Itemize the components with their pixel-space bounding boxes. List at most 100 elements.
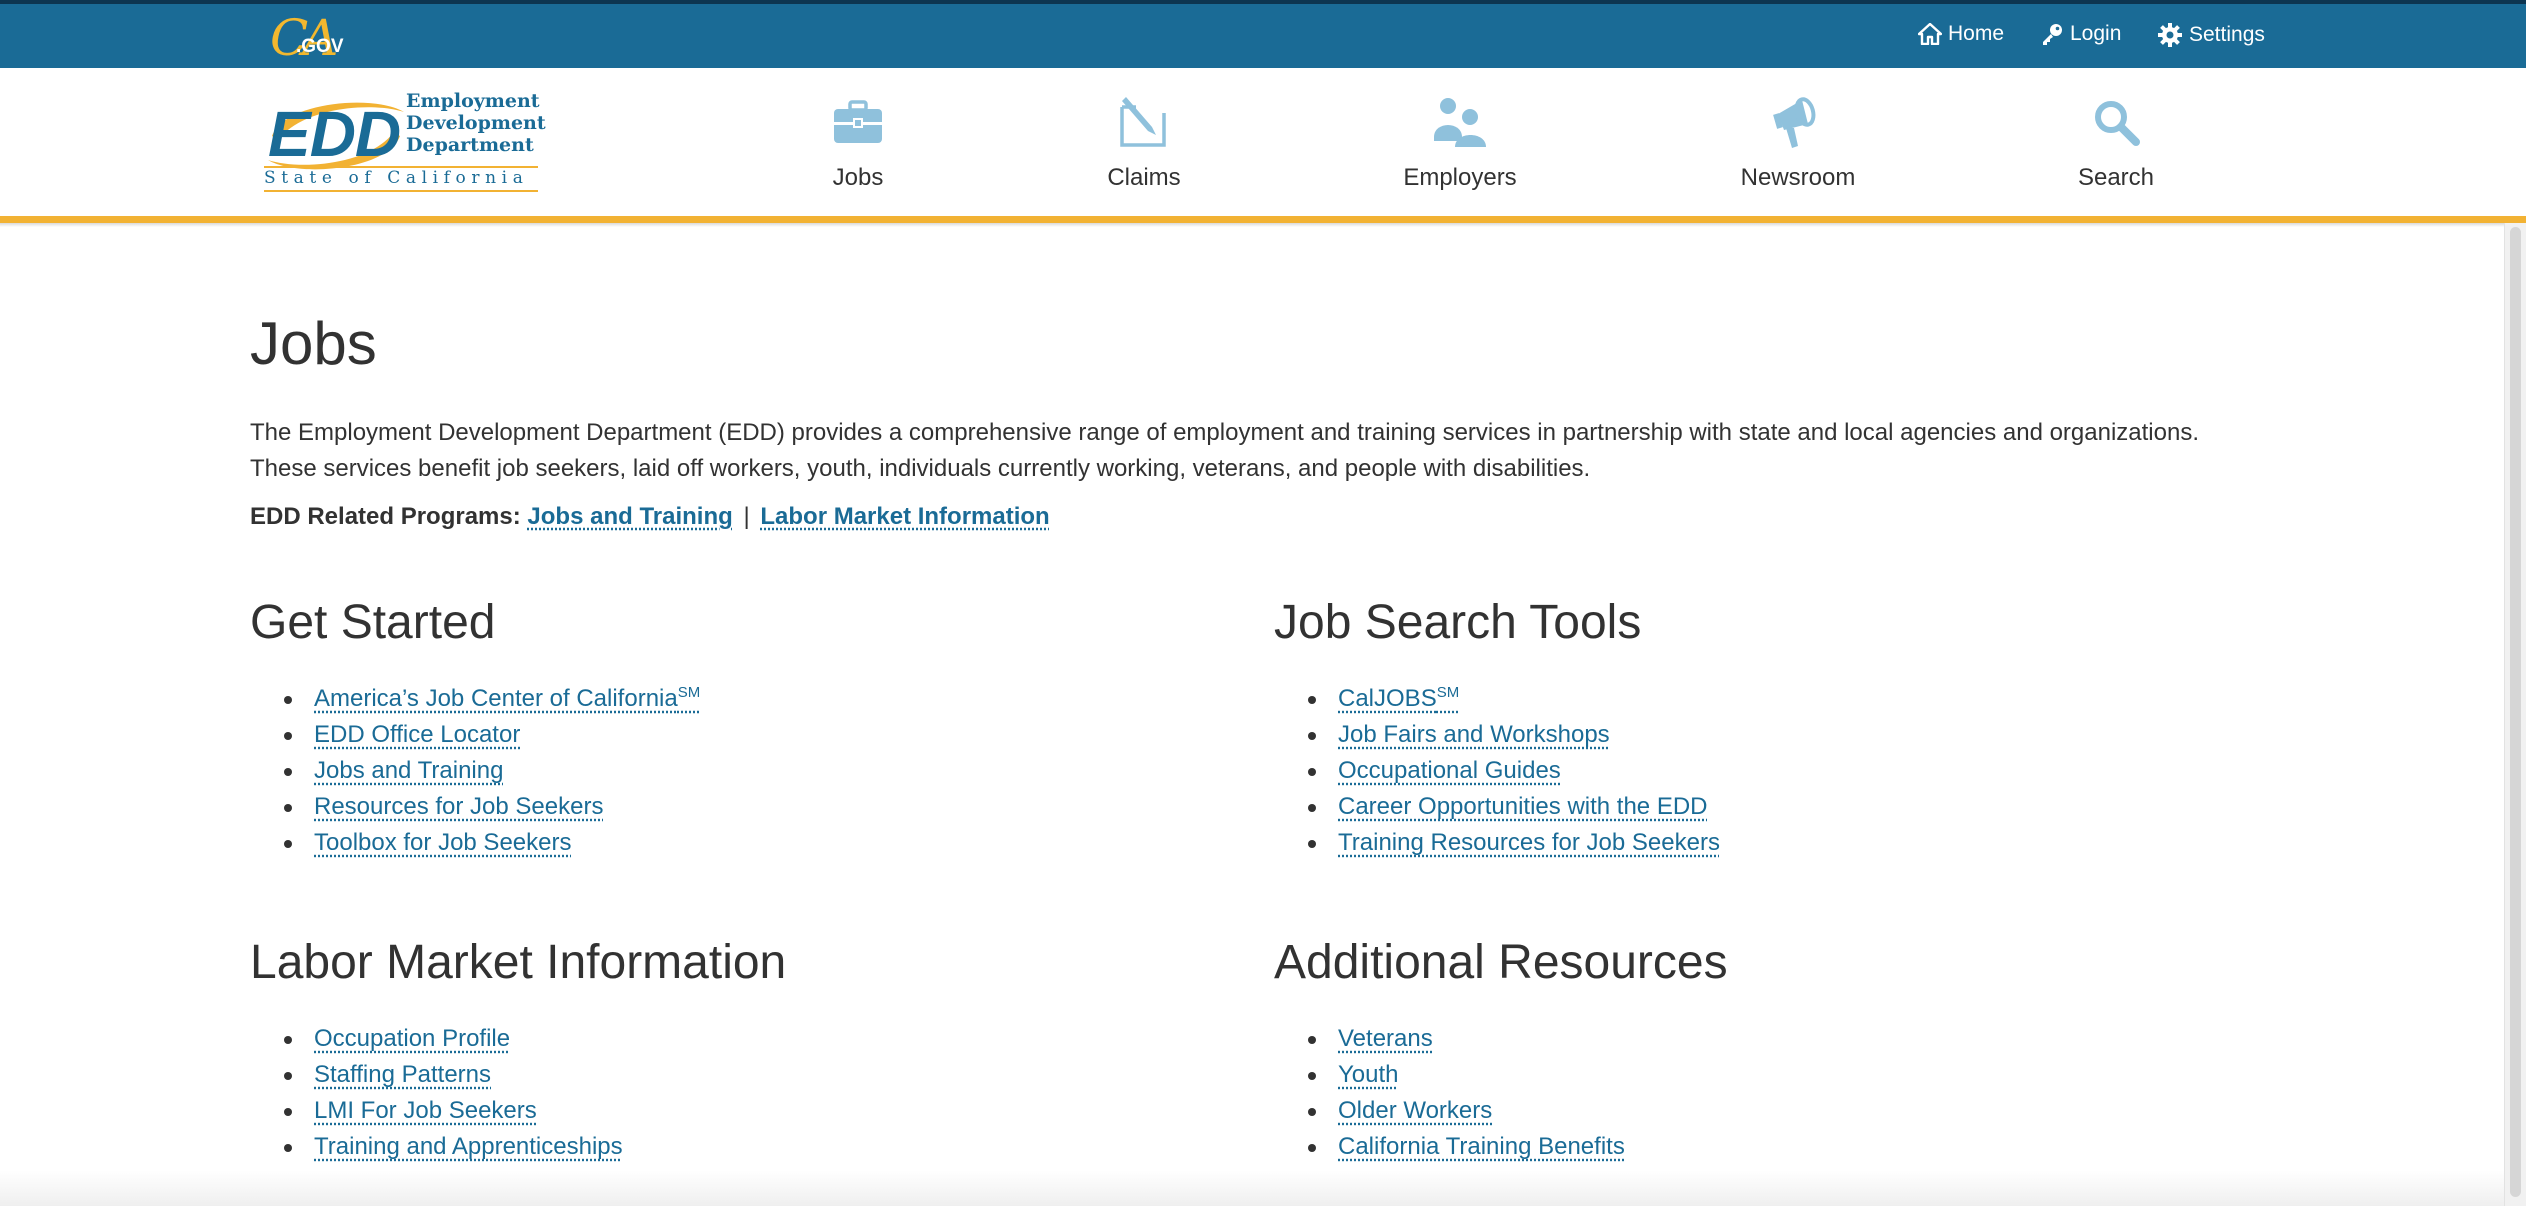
list-item: CalJOBSSM — [1274, 681, 1720, 717]
login-link[interactable]: Login — [2040, 22, 2121, 46]
related-link-jobs-and-training[interactable]: Jobs and Training — [527, 503, 732, 530]
link-list: America’s Job Center of CaliforniaSM EDD… — [250, 681, 700, 861]
nav-search-label: Search — [2077, 164, 2155, 191]
login-link-label: Login — [2070, 22, 2122, 45]
link-toolbox-for-job-seekers[interactable]: Toolbox for Job Seekers — [314, 829, 571, 856]
home-link-label: Home — [1948, 22, 2005, 45]
list-item: Career Opportunities with the EDD — [1274, 789, 1720, 825]
link-older-workers[interactable]: Older Workers — [1338, 1097, 1492, 1124]
nav-claims[interactable]: Claims — [1054, 90, 1234, 192]
nav-newsroom[interactable]: Newsroom — [1708, 90, 1888, 192]
link-job-fairs-and-workshops[interactable]: Job Fairs and Workshops — [1338, 721, 1610, 748]
logo-rule-bottom — [264, 190, 538, 192]
list-item: LMI For Job Seekers — [250, 1093, 786, 1129]
list-item: Staffing Patterns — [250, 1057, 786, 1093]
list-item: Resources for Job Seekers — [250, 789, 700, 825]
related-link-labor-market-information[interactable]: Labor Market Information — [760, 503, 1049, 530]
home-link[interactable]: Home — [1918, 22, 2004, 46]
link-occupation-profile[interactable]: Occupation Profile — [314, 1025, 510, 1052]
link-jobs-and-training[interactable]: Jobs and Training — [314, 757, 503, 784]
settings-link[interactable]: Settings — [2157, 22, 2265, 48]
list-item: Occupational Guides — [1274, 753, 1720, 789]
related-separator: | — [743, 503, 750, 530]
list-item: Jobs and Training — [250, 753, 700, 789]
nav-employers-label: Employers — [1403, 164, 1517, 191]
link-training-resources[interactable]: Training Resources for Job Seekers — [1338, 829, 1720, 856]
megaphone-icon — [1773, 97, 1816, 148]
nav-claims-label: Claims — [1107, 164, 1181, 191]
page-title: Jobs — [250, 310, 377, 377]
section-heading: Labor Market Information — [250, 936, 787, 989]
form-pen-icon — [1120, 97, 1166, 147]
section-additional-resources: Additional Resources Veterans Youth Olde… — [1274, 935, 1728, 1165]
intro-line-1: The Employment Development Department (E… — [250, 419, 2200, 446]
edd-logo-subtitle: State of California — [264, 168, 529, 188]
intro-line-2: These services benefit job seekers, laid… — [250, 455, 1591, 482]
list-item: Training Resources for Job Seekers — [1274, 825, 1720, 861]
intro-paragraph: The Employment Development Department (E… — [250, 415, 2250, 487]
link-edd-office-locator[interactable]: EDD Office Locator — [314, 721, 520, 748]
related-programs-label: EDD Related Programs: — [250, 503, 521, 530]
service-mark: SM — [1436, 684, 1460, 701]
link-caljobs[interactable]: CalJOBSSM — [1338, 685, 1459, 712]
list-item: Toolbox for Job Seekers — [250, 825, 700, 861]
list-item: EDD Office Locator — [250, 717, 700, 753]
edd-logo[interactable]: EDD Employment Development Department St… — [264, 88, 546, 196]
home-icon — [1918, 23, 1942, 45]
bottom-fade — [0, 1170, 2504, 1206]
nav-employers[interactable]: Employers — [1370, 90, 1550, 192]
list-item: Youth — [1274, 1057, 1728, 1093]
section-heading: Get Started — [250, 596, 496, 649]
link-career-opportunities[interactable]: Career Opportunities with the EDD — [1338, 793, 1708, 820]
key-icon — [2043, 24, 2062, 45]
section-labor-market-information: Labor Market Information Occupation Prof… — [250, 935, 786, 1165]
edd-logo-department: Employment Development Department — [406, 90, 546, 156]
list-item: Job Fairs and Workshops — [1274, 717, 1720, 753]
edd-logo-line-employment: Employment — [406, 90, 540, 112]
link-label: CalJOBS — [1338, 685, 1437, 712]
nav-newsroom-label: Newsroom — [1740, 164, 1856, 191]
list-item: Training and Apprenticeships — [250, 1129, 786, 1165]
edd-logo-line-department: Department — [406, 134, 534, 156]
section-heading: Job Search Tools — [1274, 596, 1642, 649]
section-job-search-tools: Job Search Tools CalJOBSSM Job Fairs and… — [1274, 595, 1720, 861]
link-staffing-patterns[interactable]: Staffing Patterns — [314, 1061, 491, 1088]
ca-gov-logo[interactable]: CA .GOV — [270, 9, 350, 67]
list-item: Occupation Profile — [250, 1021, 786, 1057]
nav-jobs-label: Jobs — [832, 164, 884, 191]
settings-link-label: Settings — [2189, 23, 2265, 46]
header-shadow — [0, 223, 2526, 227]
edd-logo-line-development: Development — [406, 112, 546, 134]
link-resources-for-job-seekers[interactable]: Resources for Job Seekers — [314, 793, 603, 820]
link-label: America’s Job Center of California — [314, 685, 678, 712]
search-icon — [2095, 101, 2140, 146]
list-item: California Training Benefits — [1274, 1129, 1728, 1165]
link-occupational-guides[interactable]: Occupational Guides — [1338, 757, 1561, 784]
gear-icon — [2158, 23, 2182, 47]
briefcase-icon — [834, 100, 882, 143]
link-list: Veterans Youth Older Workers California … — [1274, 1021, 1728, 1165]
gov-logo-text: .GOV — [296, 36, 344, 57]
link-list: Occupation Profile Staffing Patterns LMI… — [250, 1021, 786, 1165]
list-item: Veterans — [1274, 1021, 1728, 1057]
link-youth[interactable]: Youth — [1338, 1061, 1399, 1088]
page-scrollbar[interactable] — [2504, 223, 2526, 1206]
link-lmi-for-job-seekers[interactable]: LMI For Job Seekers — [314, 1097, 537, 1124]
related-programs: EDD Related Programs: Jobs and Training … — [250, 503, 1050, 531]
service-mark: SM — [677, 684, 701, 701]
header-accent-rule — [0, 216, 2526, 223]
nav-search[interactable]: Search — [2026, 90, 2206, 192]
edd-logo-letters: EDD — [268, 98, 401, 170]
list-item: America’s Job Center of CaliforniaSM — [250, 681, 700, 717]
link-california-training-benefits[interactable]: California Training Benefits — [1338, 1133, 1625, 1160]
scrollbar-thumb[interactable] — [2510, 227, 2521, 1197]
utility-bar: CA .GOV Home Login Settings — [0, 0, 2526, 68]
section-heading: Additional Resources — [1274, 936, 1728, 989]
list-item: Older Workers — [1274, 1093, 1728, 1129]
link-veterans[interactable]: Veterans — [1338, 1025, 1433, 1052]
link-americas-job-center[interactable]: America’s Job Center of CaliforniaSM — [314, 685, 700, 712]
link-training-and-apprenticeships[interactable]: Training and Apprenticeships — [314, 1133, 623, 1160]
nav-jobs[interactable]: Jobs — [768, 90, 948, 192]
people-icon — [1434, 98, 1486, 147]
section-get-started: Get Started America’s Job Center of Cali… — [250, 595, 700, 861]
